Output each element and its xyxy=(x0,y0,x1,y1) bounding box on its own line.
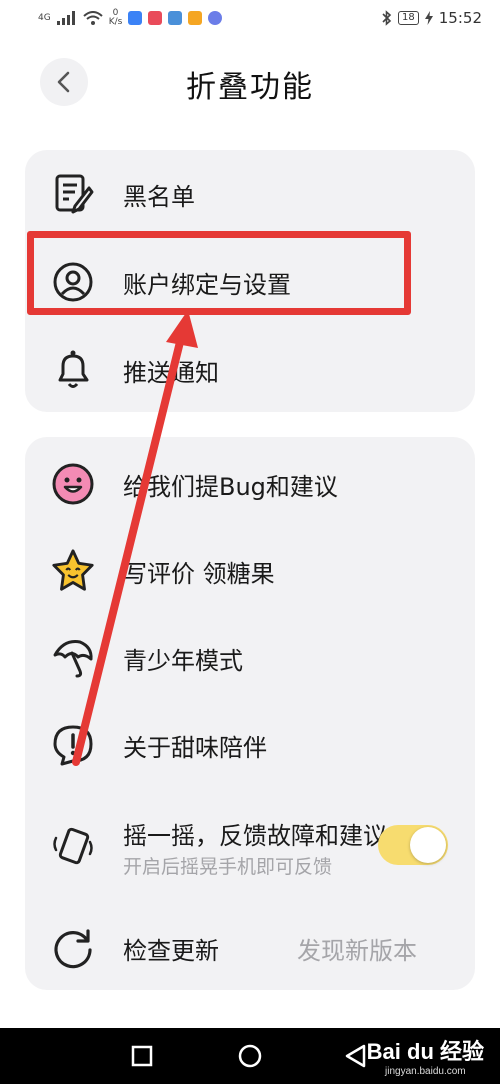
shake-feedback-label: 摇一摇，反馈故障和建议 xyxy=(123,822,387,850)
push-notification-label: 推送通知 xyxy=(123,358,219,387)
network-speed: 0 K/s xyxy=(109,9,123,27)
status-left: 4G 0 K/s xyxy=(38,9,223,27)
push-notification-item[interactable]: 推送通知 xyxy=(25,347,475,393)
annotation-highlight-box xyxy=(27,231,411,315)
recent-apps-button[interactable] xyxy=(128,1042,156,1070)
status-bar: 4G 0 K/s 18 15:52 xyxy=(0,0,500,36)
feedback-item[interactable]: 给我们提Bug和建议 xyxy=(25,461,475,507)
blacklist-item[interactable]: 黑名单 xyxy=(25,171,475,217)
network-type: 4G xyxy=(38,12,51,23)
bluetooth-icon xyxy=(382,10,392,26)
baidu-jingyan-watermark: Bai du 经验 jingyan.baidu.com xyxy=(367,1034,484,1077)
shake-phone-icon xyxy=(50,822,96,868)
charging-icon xyxy=(424,11,433,25)
shake-feedback-item: 摇一摇，反馈故障和建议 开启后摇晃手机即可反馈 xyxy=(25,810,475,880)
teen-mode-item[interactable]: 青少年模式 xyxy=(25,635,475,681)
toggle-knob xyxy=(410,827,446,863)
check-update-label: 检查更新 xyxy=(123,936,219,965)
teen-mode-label: 青少年模式 xyxy=(123,646,243,675)
signal-icon xyxy=(56,11,75,25)
settings-group-2: 给我们提Bug和建议 写评价 领糖果 青少年模式 关于甜味陪伴 摇一摇，反馈故障… xyxy=(25,437,475,990)
bell-icon xyxy=(50,347,96,393)
battery-level: 18 xyxy=(398,11,419,25)
app-notification-icon xyxy=(148,11,163,25)
about-item[interactable]: 关于甜味陪伴 xyxy=(25,722,475,768)
exclamation-bubble-icon xyxy=(50,722,96,768)
shake-feedback-sublabel: 开启后摇晃手机即可反馈 xyxy=(123,856,333,878)
feedback-label: 给我们提Bug和建议 xyxy=(123,472,338,501)
page-title: 折叠功能 xyxy=(186,70,314,105)
umbrella-icon xyxy=(50,635,96,681)
rate-item[interactable]: 写评价 领糖果 xyxy=(25,548,475,594)
face-feedback-icon xyxy=(50,461,96,507)
status-right: 18 15:52 xyxy=(382,9,482,27)
check-update-item[interactable]: 检查更新 发现新版本 xyxy=(25,925,475,971)
refresh-icon xyxy=(50,925,96,971)
clock: 15:52 xyxy=(438,9,482,27)
shake-feedback-toggle[interactable] xyxy=(378,825,448,865)
watermark-url: jingyan.baidu.com xyxy=(385,1066,466,1077)
app-notification-icon xyxy=(128,11,143,25)
watermark-brand: Bai du 经验 xyxy=(366,1039,484,1064)
music-app-icon xyxy=(208,11,223,25)
home-button[interactable] xyxy=(236,1042,264,1070)
wifi-icon xyxy=(83,11,103,25)
blacklist-label: 黑名单 xyxy=(123,182,195,211)
about-label: 关于甜味陪伴 xyxy=(123,733,267,762)
app-notification-icon xyxy=(188,11,203,25)
star-face-icon xyxy=(50,548,96,594)
update-status: 发现新版本 xyxy=(297,936,417,965)
app-notification-icon xyxy=(168,11,183,25)
network-speed-unit: K/s xyxy=(108,17,123,27)
notepad-pen-icon xyxy=(50,171,96,217)
rate-label: 写评价 领糖果 xyxy=(123,559,275,588)
